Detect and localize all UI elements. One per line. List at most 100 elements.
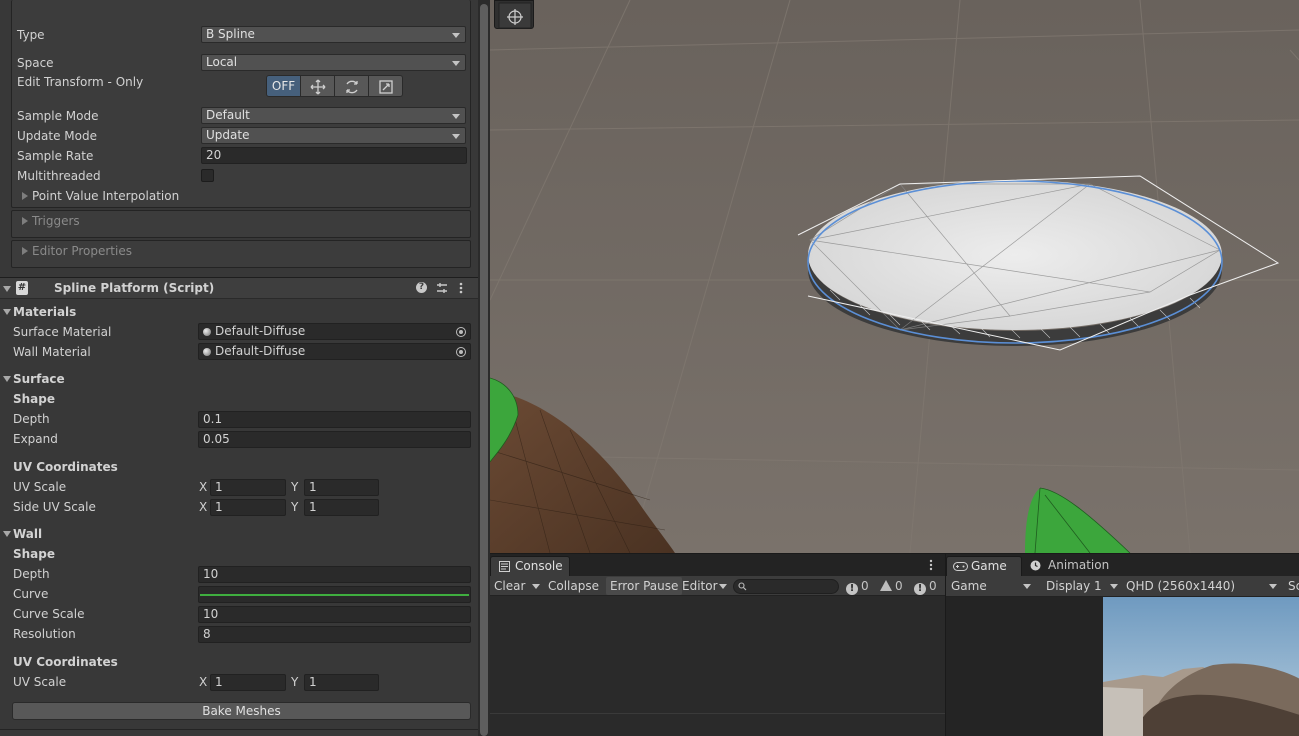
- scene-canvas[interactable]: [490, 0, 1299, 553]
- chevron-down-icon: [1269, 584, 1277, 589]
- game-viewport[interactable]: [1103, 597, 1299, 736]
- presets-icon[interactable]: [436, 282, 448, 294]
- surface-uv-scale-x-field[interactable]: 1: [210, 479, 286, 496]
- move-tool-button[interactable]: [300, 75, 335, 97]
- x-label: X: [199, 500, 208, 514]
- game-render: [1103, 597, 1299, 736]
- sample-mode-dropdown[interactable]: Default: [201, 107, 466, 124]
- edit-transform-off-button[interactable]: OFF: [266, 75, 301, 97]
- material-icon: [203, 348, 211, 356]
- update-mode-label: Update Mode: [17, 129, 97, 143]
- game-view-letterbox: [946, 597, 1103, 736]
- materials-header[interactable]: Materials: [13, 305, 76, 319]
- scene-view-tool-overlay[interactable]: [494, 0, 534, 29]
- type-value: B Spline: [206, 27, 255, 41]
- game-mode-value: Game: [951, 579, 987, 593]
- wall-material-field[interactable]: Default-Diffuse: [198, 343, 471, 360]
- foldout-arrow-icon[interactable]: [3, 309, 11, 315]
- inspector-scrollbar[interactable]: [478, 0, 490, 736]
- chevron-down-icon: [452, 114, 460, 119]
- foldout-arrow-icon[interactable]: [22, 217, 28, 225]
- error-icon: !: [914, 583, 926, 595]
- object-picker-icon[interactable]: [456, 327, 466, 337]
- resolution-dropdown[interactable]: QHD (2560x1440): [1122, 577, 1281, 596]
- point-value-interpolation-foldout[interactable]: Point Value Interpolation: [32, 189, 179, 203]
- wall-material-value: Default-Diffuse: [215, 344, 306, 358]
- foldout-arrow-icon[interactable]: [3, 286, 11, 292]
- y-label: Y: [291, 480, 299, 494]
- surface-uv-scale-y-field[interactable]: 1: [304, 479, 379, 496]
- error-count-value: 0: [929, 579, 937, 593]
- y-label: Y: [291, 675, 299, 689]
- tab-console[interactable]: Console: [490, 556, 570, 576]
- resolution-value: QHD (2560x1440): [1126, 579, 1236, 593]
- scrollbar-thumb[interactable]: [480, 4, 488, 736]
- type-dropdown[interactable]: B Spline: [201, 26, 466, 43]
- curve-line: [200, 594, 469, 596]
- surface-uv-scale-label: UV Scale: [13, 480, 67, 494]
- console-splitter[interactable]: [490, 713, 945, 714]
- log-count-value: 0: [861, 579, 869, 593]
- wall-depth-field[interactable]: 10: [198, 566, 471, 583]
- resolution-label: Resolution: [13, 627, 76, 641]
- multithreaded-checkbox[interactable]: [201, 169, 214, 182]
- chevron-down-icon: [452, 33, 460, 38]
- game-mode-dropdown[interactable]: Game: [947, 577, 1035, 596]
- side-uv-scale-label: Side UV Scale: [13, 500, 96, 514]
- warning-count[interactable]: 0: [880, 577, 903, 595]
- error-count[interactable]: ! 0: [914, 577, 937, 595]
- material-icon: [203, 328, 211, 336]
- triggers-foldout[interactable]: Triggers: [32, 214, 80, 228]
- scene-view[interactable]: [490, 0, 1299, 553]
- side-uv-scale-x-field[interactable]: 1: [210, 499, 286, 516]
- display-dropdown[interactable]: Display 1: [1042, 577, 1122, 596]
- surface-header[interactable]: Surface: [13, 372, 65, 386]
- foldout-arrow-icon[interactable]: [3, 531, 11, 537]
- foldout-arrow-icon[interactable]: [22, 247, 28, 255]
- update-mode-dropdown[interactable]: Update: [201, 127, 466, 144]
- wall-uv-scale-y-field[interactable]: 1: [304, 674, 379, 691]
- chevron-down-icon[interactable]: [532, 584, 540, 589]
- tab-game[interactable]: Game: [946, 556, 1022, 576]
- rotate-tool-button[interactable]: [334, 75, 369, 97]
- foldout-arrow-icon[interactable]: [22, 192, 28, 200]
- sample-mode-label: Sample Mode: [17, 109, 99, 123]
- curve-scale-field[interactable]: 10: [198, 606, 471, 623]
- clear-button[interactable]: Clear: [490, 577, 529, 595]
- type-label: Type: [17, 28, 45, 42]
- error-pause-button[interactable]: Error Pause: [606, 577, 683, 595]
- side-uv-scale-y-field[interactable]: 1: [304, 499, 379, 516]
- object-picker-icon[interactable]: [456, 347, 466, 357]
- more-vertical-icon[interactable]: [458, 282, 464, 294]
- y-label: Y: [291, 500, 299, 514]
- tab-animation[interactable]: Animation: [1024, 556, 1124, 576]
- warning-icon: [880, 580, 892, 591]
- bake-meshes-button[interactable]: Bake Meshes: [12, 702, 471, 720]
- surface-material-value: Default-Diffuse: [215, 324, 306, 338]
- surface-material-field[interactable]: Default-Diffuse: [198, 323, 471, 340]
- surface-material-label: Surface Material: [13, 325, 112, 339]
- help-icon[interactable]: ?: [416, 282, 427, 293]
- editor-dropdown[interactable]: Editor: [678, 577, 722, 595]
- foldout-arrow-icon[interactable]: [3, 376, 11, 382]
- resolution-field[interactable]: 8: [198, 626, 471, 643]
- log-count[interactable]: ! 0: [846, 577, 869, 595]
- console-panel: Console Clear Collapse Error Pause Edito…: [490, 553, 945, 736]
- collapse-button[interactable]: Collapse: [544, 577, 603, 595]
- wall-header[interactable]: Wall: [13, 527, 42, 541]
- wall-uv-header: UV Coordinates: [13, 655, 118, 669]
- wall-curve-field[interactable]: [198, 586, 471, 603]
- surface-shape-header: Shape: [13, 392, 56, 406]
- warning-count-value: 0: [895, 579, 903, 593]
- surface-depth-field[interactable]: 0.1: [198, 411, 471, 428]
- surface-expand-field[interactable]: 0.05: [198, 431, 471, 448]
- wall-uv-scale-x-field[interactable]: 1: [210, 674, 286, 691]
- crosshair-icon[interactable]: [495, 1, 535, 30]
- editor-properties-foldout[interactable]: Editor Properties: [32, 244, 132, 258]
- space-dropdown[interactable]: Local: [201, 54, 466, 71]
- scale-tool-button[interactable]: [368, 75, 403, 97]
- more-vertical-icon[interactable]: [928, 559, 934, 571]
- sample-rate-field[interactable]: 20: [201, 147, 467, 164]
- console-search-input[interactable]: [733, 579, 839, 594]
- triggers-box: [11, 210, 471, 238]
